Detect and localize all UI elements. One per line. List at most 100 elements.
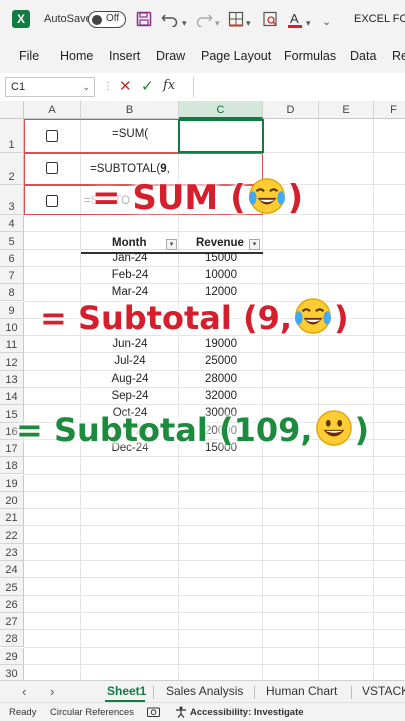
- row-header-5[interactable]: 5: [0, 232, 24, 250]
- row-header-12[interactable]: 12: [0, 353, 24, 371]
- caption-text: ): [334, 299, 349, 337]
- scroll-tabs-left-icon[interactable]: ‹: [22, 684, 26, 699]
- menu-data[interactable]: Data: [350, 49, 376, 63]
- row-header-26[interactable]: 26: [0, 595, 24, 613]
- checkbox-2[interactable]: [46, 162, 58, 174]
- row-header-8[interactable]: 8: [0, 284, 24, 302]
- table-cell-month[interactable]: Jan-24: [81, 252, 179, 264]
- worksheet-grid[interactable]: A B C D E F 1 2 3 4 5 6 7 8 9 10 11 12 13 14 15 16 17 18 1…: [0, 101, 405, 680]
- table-cell-revenue[interactable]: 25000: [179, 355, 263, 367]
- autosave-toggle[interactable]: Off: [88, 11, 126, 28]
- row-header-18[interactable]: 18: [0, 457, 24, 475]
- row-header-24[interactable]: 24: [0, 561, 24, 579]
- row-header-25[interactable]: 25: [0, 578, 24, 596]
- column-header-f[interactable]: F: [374, 101, 405, 119]
- row-header-1[interactable]: 1: [0, 119, 24, 153]
- formula-cell-sum[interactable]: =SUM(: [112, 128, 148, 140]
- status-accessibility[interactable]: Accessibility: Investigate: [190, 707, 304, 718]
- checkbox-1[interactable]: [46, 130, 58, 142]
- formula-input[interactable]: [193, 77, 405, 97]
- filter-dropdown-icon[interactable]: ▾: [166, 239, 177, 250]
- filter-dropdown-icon[interactable]: ▾: [249, 239, 260, 250]
- customize-toolbar-icon[interactable]: ⌄: [322, 13, 331, 31]
- undo-dropdown-icon[interactable]: ▾: [182, 14, 187, 32]
- table-cell-revenue[interactable]: 32000: [179, 390, 263, 402]
- print-preview-icon[interactable]: [262, 11, 278, 32]
- save-icon[interactable]: [136, 11, 152, 32]
- table-cell-month[interactable]: Sep-24: [81, 390, 179, 402]
- row-header-2[interactable]: 2: [0, 153, 24, 185]
- column-header-e[interactable]: E: [319, 101, 374, 119]
- sheet-tab-sheet1[interactable]: Sheet1: [107, 684, 146, 698]
- menu-review[interactable]: Re: [392, 49, 405, 63]
- row-header-10[interactable]: 10: [0, 318, 24, 337]
- row-header-29[interactable]: 29: [0, 647, 24, 665]
- column-header-d[interactable]: D: [263, 101, 319, 119]
- table-cell-revenue[interactable]: 15000: [179, 252, 263, 264]
- menu-file[interactable]: File: [19, 49, 39, 63]
- sheet-tab-sales-analysis[interactable]: Sales Analysis: [166, 684, 243, 698]
- sheet-tab-human-chart[interactable]: Human Chart: [266, 684, 337, 698]
- row-number: 29: [5, 650, 18, 663]
- caption-subtotal-9: = Subtotal (9,): [40, 297, 349, 337]
- accessibility-icon[interactable]: [175, 706, 187, 721]
- borders-dropdown-icon[interactable]: ▾: [246, 14, 251, 32]
- row-header-20[interactable]: 20: [0, 491, 24, 510]
- insert-function-icon[interactable]: fx: [163, 78, 175, 93]
- cancel-icon[interactable]: ✕: [119, 77, 132, 95]
- table-cell-month[interactable]: Jun-24: [81, 338, 179, 350]
- enter-check-icon[interactable]: ✓: [141, 77, 154, 95]
- row-header-3[interactable]: 3: [0, 185, 24, 215]
- scroll-tabs-right-icon[interactable]: ›: [50, 684, 54, 699]
- camera-icon[interactable]: [147, 706, 160, 720]
- menu-home[interactable]: Home: [60, 49, 93, 63]
- column-header-c[interactable]: C: [179, 101, 263, 119]
- row-header-9[interactable]: 9: [0, 301, 24, 319]
- row-header-11[interactable]: 11: [0, 336, 24, 354]
- sheet-tab-vstack[interactable]: VSTACK: [362, 684, 405, 698]
- caption-text: = Subtotal (9,: [40, 299, 293, 337]
- row-header-13[interactable]: 13: [0, 370, 24, 388]
- row-number: 4: [8, 218, 15, 231]
- row-header-28[interactable]: 28: [0, 630, 24, 648]
- row-header-27[interactable]: 27: [0, 612, 24, 631]
- select-all-corner[interactable]: [0, 101, 24, 119]
- table-cell-month[interactable]: Aug-24: [81, 373, 179, 385]
- status-circular-references[interactable]: Circular References: [50, 707, 134, 718]
- formula-cell-subtotal-9[interactable]: =SUBTOTAL(9,: [90, 163, 170, 175]
- redo-icon[interactable]: [195, 11, 213, 32]
- borders-icon[interactable]: [228, 11, 244, 32]
- row-header-21[interactable]: 21: [0, 509, 24, 527]
- font-color-dropdown-icon[interactable]: ▾: [306, 14, 311, 32]
- more-options-icon[interactable]: ⋮: [103, 81, 113, 92]
- title-bar: X AutoSave Off ▾ ▾ ▾ A ▾ ⌄ EXCEL FOR: [0, 0, 405, 40]
- table-cell-month[interactable]: Jul-24: [81, 355, 179, 367]
- menu-formulas[interactable]: Formulas: [284, 49, 336, 63]
- active-cell-c1[interactable]: [178, 119, 264, 153]
- row-header-6[interactable]: 6: [0, 249, 24, 267]
- checkbox-3[interactable]: [46, 195, 58, 207]
- row-header-23[interactable]: 23: [0, 543, 24, 561]
- column-header-a[interactable]: A: [24, 101, 81, 119]
- row-header-30[interactable]: 30: [0, 664, 24, 680]
- redo-dropdown-icon[interactable]: ▾: [215, 14, 220, 32]
- row-number: 11: [5, 339, 18, 352]
- row-header-7[interactable]: 7: [0, 266, 24, 285]
- gridline: [24, 369, 405, 371]
- row-header-19[interactable]: 19: [0, 474, 24, 492]
- undo-icon[interactable]: [161, 11, 179, 32]
- chevron-down-icon[interactable]: ⌄: [82, 78, 90, 96]
- row-header-4[interactable]: 4: [0, 215, 24, 233]
- table-cell-month[interactable]: Feb-24: [81, 269, 179, 281]
- menu-insert[interactable]: Insert: [109, 49, 140, 63]
- column-header-b[interactable]: B: [81, 101, 179, 119]
- row-header-22[interactable]: 22: [0, 526, 24, 544]
- font-color-icon[interactable]: A: [287, 11, 303, 34]
- menu-draw[interactable]: Draw: [156, 49, 185, 63]
- menu-page-layout[interactable]: Page Layout: [201, 49, 271, 63]
- row-header-14[interactable]: 14: [0, 388, 24, 406]
- name-box[interactable]: C1 ⌄: [5, 77, 95, 97]
- table-cell-revenue[interactable]: 10000: [179, 269, 263, 281]
- table-cell-revenue[interactable]: 28000: [179, 373, 263, 385]
- table-cell-revenue[interactable]: 19000: [179, 338, 263, 350]
